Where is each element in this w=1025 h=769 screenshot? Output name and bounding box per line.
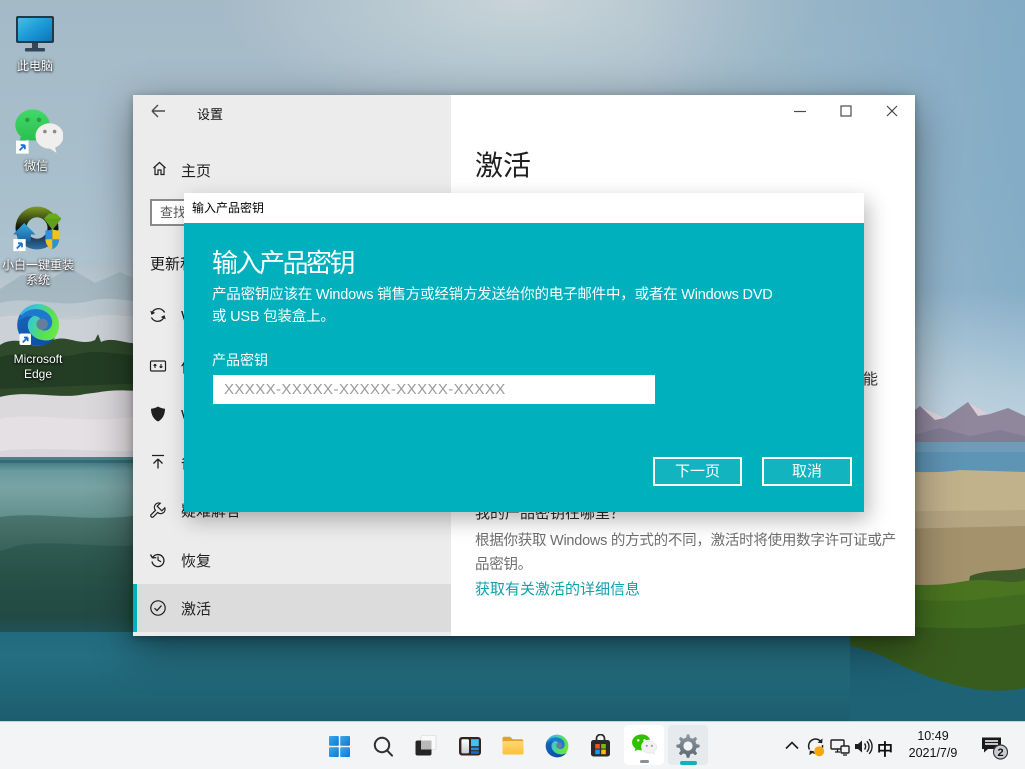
svg-text:2: 2 <box>997 747 1003 759</box>
